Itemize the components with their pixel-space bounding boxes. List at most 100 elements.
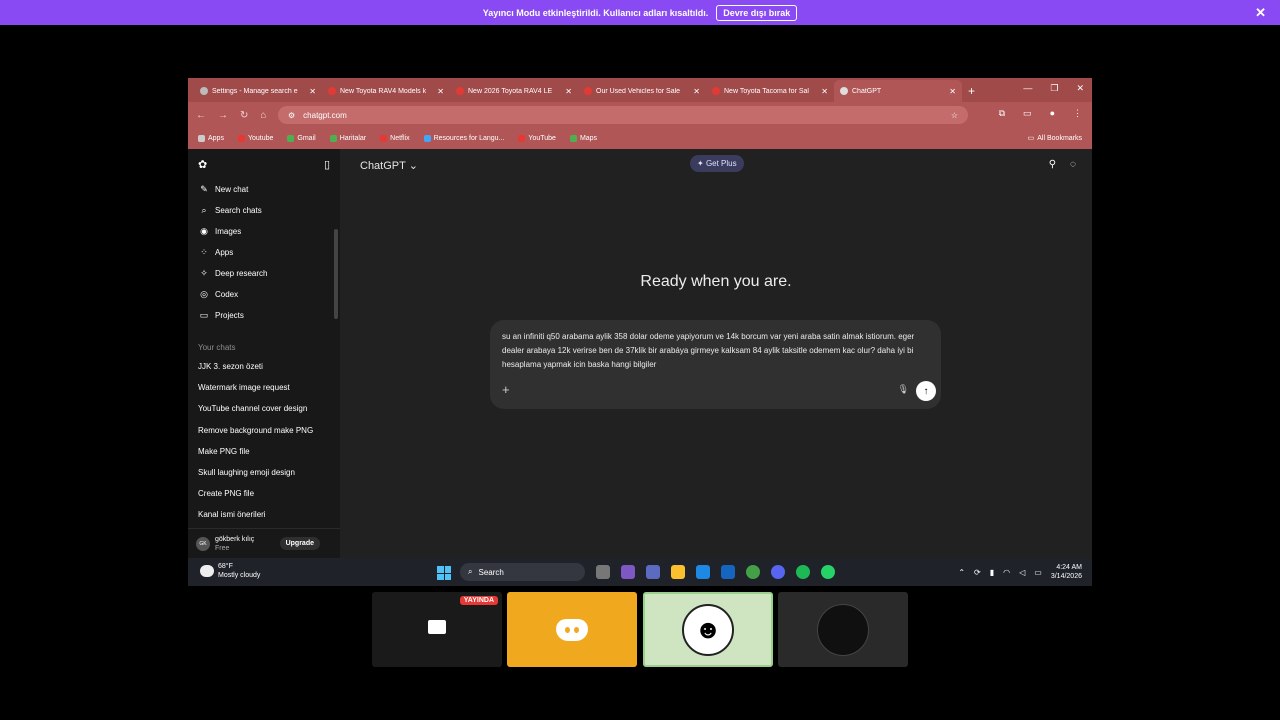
youtube-icon xyxy=(237,135,245,142)
file-explorer-icon[interactable] xyxy=(671,565,685,579)
all-bookmarks[interactable]: ▭ All Bookmarks xyxy=(1027,134,1082,143)
model-selector[interactable]: ChatGPT ⌄ xyxy=(360,159,418,172)
task-view-icon[interactable] xyxy=(596,565,610,579)
volume-icon[interactable]: ◁ xyxy=(1019,568,1025,577)
spotify-icon[interactable] xyxy=(796,565,810,579)
reload-icon[interactable]: ↻ xyxy=(240,110,248,121)
taskbar-search[interactable]: ⌕ Search xyxy=(460,563,585,581)
participant-tile-speaking[interactable]: ☻ xyxy=(643,592,773,667)
chat-history-item[interactable]: Remove background make PNG xyxy=(188,420,340,441)
close-icon[interactable]: ✕ xyxy=(821,87,828,96)
get-plus-button[interactable]: ✦ Get Plus xyxy=(690,155,744,172)
weather-widget[interactable]: 68°F Mostly cloudy xyxy=(200,562,260,580)
sidebar-scrollbar[interactable] xyxy=(334,229,338,319)
close-icon[interactable]: ✕ xyxy=(949,87,956,96)
sidebar-item-deep-research[interactable]: ✧ Deep research xyxy=(188,263,340,284)
tab-settings[interactable]: Settings - Manage search e ✕ xyxy=(194,80,322,102)
mic-tray-icon[interactable]: ▮ xyxy=(990,568,994,577)
new-tab-button[interactable]: + xyxy=(968,80,975,102)
close-icon[interactable]: ✕ xyxy=(565,87,572,96)
sidebar-item-images[interactable]: ◉ Images xyxy=(188,221,340,242)
clock[interactable]: 4:24 AM 3/14/2026 xyxy=(1051,563,1082,581)
whatsapp-icon[interactable] xyxy=(821,565,835,579)
microphone-icon[interactable]: 🎙︎ xyxy=(898,384,909,395)
chat-history-item[interactable]: Make PNG file xyxy=(188,441,340,462)
close-icon[interactable]: ✕ xyxy=(1255,5,1266,21)
bookmark-maps[interactable]: Maps xyxy=(569,135,597,142)
sidebar-item-codex[interactable]: ◎ Codex xyxy=(188,284,340,305)
menu-icon[interactable]: ⋮ xyxy=(1073,108,1082,119)
profile-icon[interactable]: ● xyxy=(1050,108,1055,119)
participant-tile-discord[interactable] xyxy=(507,592,637,667)
tab-chatgpt[interactable]: ChatGPT ✕ xyxy=(834,80,962,102)
copilot-icon[interactable] xyxy=(621,565,635,579)
home-icon[interactable]: ⌂ xyxy=(260,110,266,121)
sidebar-toggle-icon[interactable]: ▯ xyxy=(324,158,330,171)
steam-icon[interactable] xyxy=(721,565,735,579)
folder-icon: ▭ xyxy=(1027,135,1035,142)
sparkle-icon: ✦ xyxy=(697,159,704,168)
close-icon[interactable]: ✕ xyxy=(309,87,316,96)
chrome-icon[interactable] xyxy=(746,565,760,579)
chat-history-item[interactable]: Kanal ismi önerileri xyxy=(188,504,340,525)
extensions-icon[interactable]: ⧉ xyxy=(999,108,1005,119)
windows-start-icon[interactable] xyxy=(437,566,451,580)
sync-icon[interactable]: ⟳ xyxy=(974,568,981,577)
message-composer[interactable]: su an infiniti q50 arabama aylik 358 dol… xyxy=(490,320,941,409)
chat-history-item[interactable]: YouTube channel cover design xyxy=(188,398,340,419)
search-label: Search xyxy=(478,567,504,577)
user-profile[interactable]: GK gökberk kılıç Free Upgrade xyxy=(188,528,340,558)
bookmark-gmail[interactable]: Gmail xyxy=(287,135,316,142)
close-icon[interactable]: ✕ xyxy=(693,87,700,96)
store-icon[interactable] xyxy=(696,565,710,579)
send-button[interactable]: ↑ xyxy=(916,381,936,401)
chat-history-item[interactable]: JJK 3. sezon özeti xyxy=(188,356,340,377)
minimize-icon[interactable]: — xyxy=(1023,83,1032,94)
tab-used-vehicles[interactable]: Our Used Vehicles for Sale ✕ xyxy=(578,80,706,102)
bookmark-youtube-2[interactable]: YouTube xyxy=(518,135,556,142)
attach-plus-icon[interactable]: + xyxy=(502,382,510,397)
prompt-input[interactable]: su an infiniti q50 arabama aylik 358 dol… xyxy=(502,330,932,372)
sidebar-item-projects[interactable]: ▭ Projects xyxy=(188,305,340,326)
chevron-down-icon: ⌄ xyxy=(408,160,418,172)
sidebar-item-apps[interactable]: ⁘ Apps xyxy=(188,242,340,263)
bookmark-youtube[interactable]: Youtube xyxy=(237,135,273,142)
stream-thumbnail[interactable]: YAYINDA xyxy=(372,592,502,667)
bookmark-star-icon[interactable]: ☆ xyxy=(951,111,958,120)
sidebar-item-new-chat[interactable]: ✎ New chat xyxy=(188,179,340,200)
bookmark-resources[interactable]: Resources for Langu... xyxy=(423,135,504,142)
bookmark-apps[interactable]: Apps xyxy=(198,135,224,142)
upgrade-button[interactable]: Upgrade xyxy=(279,537,320,550)
tab-tacoma[interactable]: New Toyota Tacoma for Sal ✕ xyxy=(706,80,834,102)
disable-streamer-mode-button[interactable]: Devre dışı bırak xyxy=(716,4,798,21)
battery-icon[interactable]: ▭ xyxy=(1034,568,1042,577)
sidebar-item-search-chats[interactable]: ⌕ Search chats xyxy=(188,200,340,221)
tab-rav4-le[interactable]: New 2026 Toyota RAV4 LE ✕ xyxy=(450,80,578,102)
chat-history-item[interactable]: Watermark image request xyxy=(188,377,340,398)
teams-icon[interactable] xyxy=(646,565,660,579)
participant-tile-photo[interactable] xyxy=(778,592,908,667)
discord-icon[interactable] xyxy=(771,565,785,579)
chat-history-item[interactable]: Create PNG file xyxy=(188,483,340,504)
forward-icon[interactable]: → xyxy=(218,110,228,121)
tab-rav4-models[interactable]: New Toyota RAV4 Models k ✕ xyxy=(322,80,450,102)
chat-history-item[interactable]: Skull laughing emoji design xyxy=(188,462,340,483)
close-icon[interactable]: ✕ xyxy=(437,87,444,96)
wifi-icon[interactable]: ◠ xyxy=(1003,568,1010,577)
sidepanel-icon[interactable]: ▭ xyxy=(1023,108,1032,119)
codex-icon: ◎ xyxy=(200,289,208,299)
openai-logo-icon[interactable]: ✿ xyxy=(198,158,207,171)
restore-icon[interactable]: ❐ xyxy=(1050,83,1058,94)
chevron-up-icon[interactable]: ⌃ xyxy=(958,568,965,577)
toyota-icon xyxy=(584,87,592,95)
bookmark-maps-tr[interactable]: Haritalar xyxy=(329,135,366,142)
back-icon[interactable]: ← xyxy=(196,110,206,121)
weather-temp: 68°F xyxy=(218,563,233,570)
add-people-icon[interactable]: ⚲ xyxy=(1049,159,1056,170)
bookmark-netflix[interactable]: Netflix xyxy=(380,135,410,142)
url-field[interactable]: ⚙ chatgpt.com ☆ xyxy=(278,106,968,124)
close-window-icon[interactable]: ✕ xyxy=(1076,83,1084,94)
bookmarks-bar: Apps Youtube Gmail Haritalar Netflix Res… xyxy=(188,128,1092,149)
site-info-icon[interactable]: ⚙ xyxy=(288,111,295,120)
temporary-chat-icon[interactable]: ◌ xyxy=(1070,159,1076,170)
